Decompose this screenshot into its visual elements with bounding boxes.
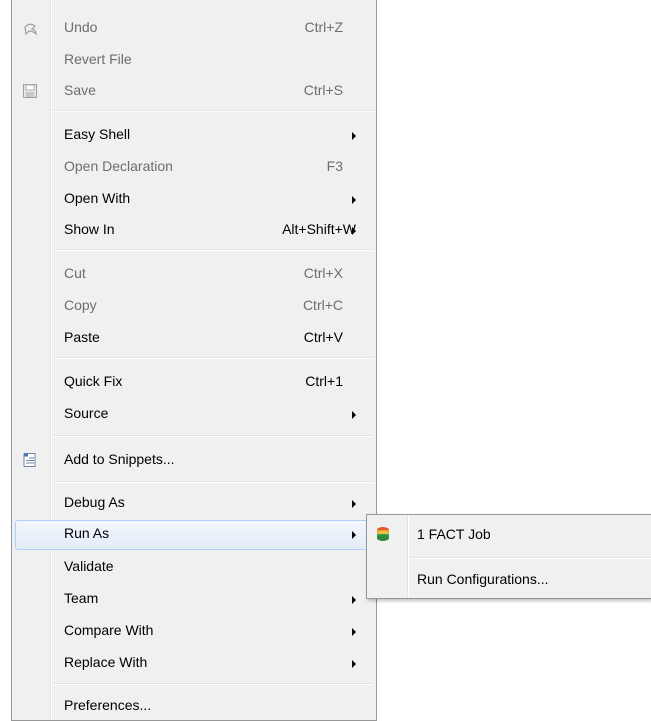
menu-item-preferences[interactable]: Preferences...	[15, 692, 373, 721]
fact-job-icon	[374, 525, 392, 543]
submenu-arrow-icon	[352, 196, 356, 204]
menu-item-label: Paste	[64, 329, 100, 345]
menu-item-label: Preferences...	[64, 697, 152, 713]
submenu-arrow-icon	[352, 628, 356, 636]
menu-separator	[53, 110, 373, 112]
menu-item-accelerator: Ctrl+C	[302, 297, 343, 313]
menu-item-source[interactable]: Source	[15, 400, 373, 429]
menu-item-label: Cut	[64, 265, 86, 281]
menu-separator	[53, 249, 373, 251]
undo-arrow-icon	[21, 19, 39, 37]
menu-separator	[53, 357, 373, 359]
menu-item-easy-shell[interactable]: Easy Shell	[15, 121, 373, 150]
menu-item-label: Show In	[64, 221, 115, 237]
submenu-arrow-icon	[352, 660, 356, 668]
menu-item-label: Run As	[64, 525, 110, 541]
menu-item-label: Add to Snippets...	[64, 451, 175, 467]
menu-item-open-declaration[interactable]: Open Declaration F3	[15, 153, 373, 182]
submenu-arrow-icon	[352, 500, 356, 508]
menu-item-label: Quick Fix	[64, 373, 123, 389]
menu-item-save[interactable]: Save Ctrl+S	[15, 77, 373, 106]
submenu-item-label: 1 FACT Job	[417, 526, 491, 542]
menu-item-run-as[interactable]: Run As	[15, 520, 373, 550]
menu-item-compare-with[interactable]: Compare With	[15, 617, 373, 646]
menu-separator	[53, 435, 373, 437]
menu-item-label: Compare With	[64, 622, 154, 638]
submenu-item-run-configurations[interactable]: Run Configurations...	[370, 563, 651, 595]
submenu-arrow-icon	[352, 411, 356, 419]
menu-item-label: Source	[64, 405, 109, 421]
menu-item-label: Replace With	[64, 654, 148, 670]
menu-item-accelerator: F3	[326, 158, 343, 174]
menu-item-show-in[interactable]: Show In Alt+Shift+W	[15, 216, 373, 245]
menu-item-debug-as[interactable]: Debug As	[15, 489, 373, 518]
context-menu: Undo Ctrl+Z Revert File Save Ctrl+S Easy…	[11, 0, 377, 721]
menu-separator	[411, 557, 651, 559]
submenu-arrow-icon	[352, 531, 356, 539]
menu-item-paste[interactable]: Paste Ctrl+V	[15, 324, 373, 353]
menu-item-label: Save	[64, 82, 96, 98]
submenu-item-fact-job[interactable]: 1 FACT Job	[370, 518, 651, 550]
menu-item-undo[interactable]: Undo Ctrl+Z	[15, 14, 373, 43]
menu-separator	[53, 683, 373, 685]
menu-item-copy[interactable]: Copy Ctrl+C	[15, 292, 373, 321]
menu-item-label: Open Declaration	[64, 158, 173, 174]
menu-item-team[interactable]: Team	[15, 585, 373, 614]
menu-item-replace-with[interactable]: Replace With	[15, 649, 373, 678]
menu-item-add-to-snippets[interactable]: Add to Snippets...	[15, 446, 373, 475]
menu-item-label: Undo	[64, 19, 98, 35]
menu-item-accelerator: Ctrl+Z	[304, 19, 344, 35]
menu-item-label: Team	[64, 590, 99, 606]
menu-item-cut[interactable]: Cut Ctrl+X	[15, 260, 373, 289]
menu-item-label: Easy Shell	[64, 126, 131, 142]
submenu-arrow-icon	[352, 596, 356, 604]
menu-separator	[53, 481, 373, 483]
menu-item-validate[interactable]: Validate	[15, 553, 373, 582]
menu-item-label: Copy	[64, 297, 97, 313]
snippets-icon	[21, 451, 39, 469]
menu-item-label: Revert File	[64, 51, 132, 67]
floppy-disk-icon	[21, 82, 39, 100]
menu-item-label: Debug As	[64, 494, 125, 510]
run-as-submenu: 1 FACT Job Run Configurations...	[366, 514, 651, 599]
menu-item-accelerator: Ctrl+1	[305, 373, 343, 389]
menu-item-label: Validate	[64, 558, 114, 574]
submenu-item-label: Run Configurations...	[417, 571, 549, 587]
menu-item-accelerator: Alt+Shift+W	[282, 221, 356, 237]
menu-item-revert-file[interactable]: Revert File	[15, 46, 373, 75]
menu-item-accelerator: Ctrl+V	[303, 329, 343, 345]
menu-item-accelerator: Ctrl+S	[303, 82, 343, 98]
submenu-arrow-icon	[352, 132, 356, 140]
menu-item-quick-fix[interactable]: Quick Fix Ctrl+1	[15, 368, 373, 397]
menu-item-label: Open With	[64, 190, 131, 206]
submenu-arrow-icon	[352, 227, 356, 235]
menu-item-accelerator: Ctrl+X	[303, 265, 343, 281]
menu-item-open-with[interactable]: Open With	[15, 185, 373, 214]
